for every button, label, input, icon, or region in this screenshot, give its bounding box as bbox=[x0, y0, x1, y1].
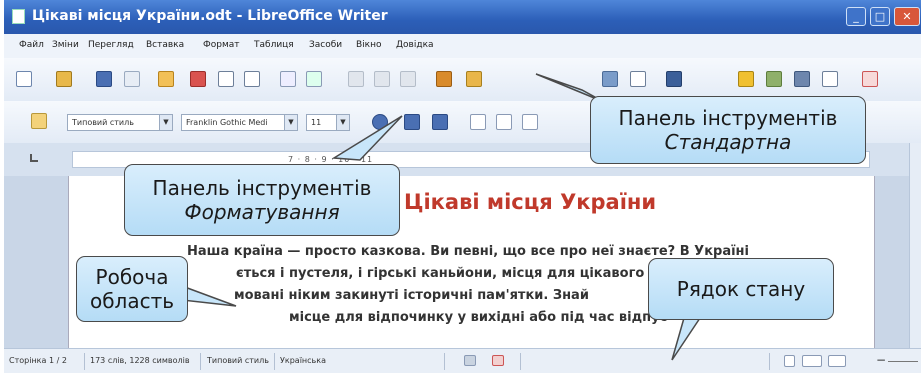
work-area-pointer bbox=[181, 284, 237, 307]
callout-work-area-line1: Робоча bbox=[95, 265, 169, 289]
status-bar-pointer bbox=[671, 317, 702, 361]
callout-formatting-toolbar: Панель інструментів Форматування bbox=[124, 164, 400, 236]
callout-standard-line2: Стандартна bbox=[664, 130, 792, 154]
callout-status-bar: Рядок стану bbox=[648, 258, 834, 320]
callout-work-area: Робоча область bbox=[76, 256, 188, 322]
callout-status-bar-line1: Рядок стану bbox=[676, 277, 806, 301]
callout-formatting-line1: Панель інструментів bbox=[152, 176, 372, 200]
callout-standard-toolbar: Панель інструментів Стандартна bbox=[590, 96, 866, 164]
callout-formatting-line2: Форматування bbox=[184, 200, 340, 224]
callout-work-area-line2: область bbox=[89, 289, 175, 313]
formatting-toolbar-pointer bbox=[331, 115, 403, 161]
writer-window: Цікаві місця України.odt - LibreOffice W… bbox=[4, 0, 921, 373]
callout-standard-line1: Панель інструментів bbox=[618, 106, 838, 130]
